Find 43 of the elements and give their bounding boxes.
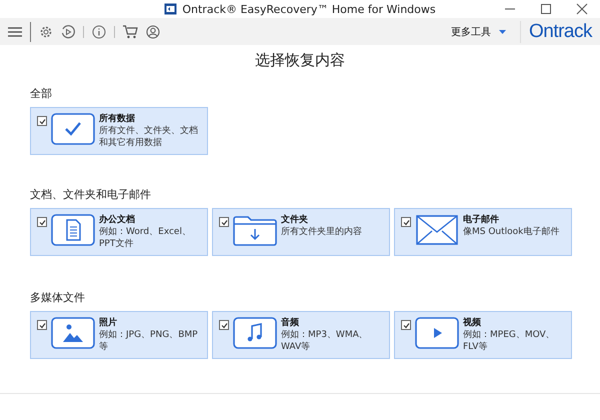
checkbox[interactable]	[219, 320, 229, 330]
option-title: 文件夹	[281, 214, 309, 226]
option-title: 音频	[281, 317, 300, 329]
option-description: 例如：MPEG、MOV、FLV等	[463, 329, 556, 353]
option-description: 例如：Word、Excel、PPT文件	[99, 226, 192, 250]
option-description: 所有文件、文件夹、文档和其它有用数据	[99, 125, 199, 149]
music-note-icon	[233, 317, 277, 349]
brand-logo: Ontrack	[520, 20, 592, 42]
checkbox[interactable]	[401, 320, 411, 330]
settings-icon[interactable]	[39, 24, 53, 38]
checkmark-icon	[51, 113, 95, 145]
checkbox[interactable]	[37, 320, 47, 330]
option-description: 例如：MP3、WMA、WAV等	[281, 329, 369, 353]
option-title: 电子邮件	[463, 214, 500, 226]
app-icon	[164, 3, 178, 15]
account-icon[interactable]	[146, 24, 160, 38]
folder-icon	[233, 214, 277, 246]
checkbox[interactable]	[401, 217, 411, 227]
checkbox[interactable]	[219, 217, 229, 227]
image-icon	[51, 317, 95, 349]
more-tools-dropdown[interactable]: 更多工具	[450, 24, 506, 38]
page-heading: 选择恢复内容	[254, 51, 346, 70]
section-title: 全部	[30, 86, 53, 101]
option-title: 照片	[99, 317, 118, 329]
document-icon	[51, 214, 95, 246]
menu-icon[interactable]	[8, 26, 22, 36]
window-title: Ontrack® EasyRecovery™ Home for Windows	[182, 2, 436, 16]
play-icon	[415, 317, 459, 349]
option-title: 办公文档	[99, 214, 136, 226]
checkbox[interactable]	[37, 116, 47, 126]
caret-icon	[498, 30, 506, 34]
cart-icon[interactable]	[123, 24, 138, 38]
option-description: 像MS Outlook电子邮件	[463, 226, 560, 238]
option-title: 所有数据	[99, 113, 136, 125]
option-description: 所有文件夹里的内容	[281, 226, 362, 238]
option-title: 视频	[463, 317, 482, 329]
envelope-icon	[415, 214, 459, 246]
info-icon[interactable]	[92, 24, 106, 38]
section-title: 文档、文件夹和电子邮件	[30, 187, 152, 202]
checkbox[interactable]	[37, 217, 47, 227]
section-title: 多媒体文件	[30, 290, 86, 305]
option-description: 例如：JPG、PNG、BMP等	[99, 329, 199, 353]
history-icon[interactable]	[61, 24, 75, 38]
